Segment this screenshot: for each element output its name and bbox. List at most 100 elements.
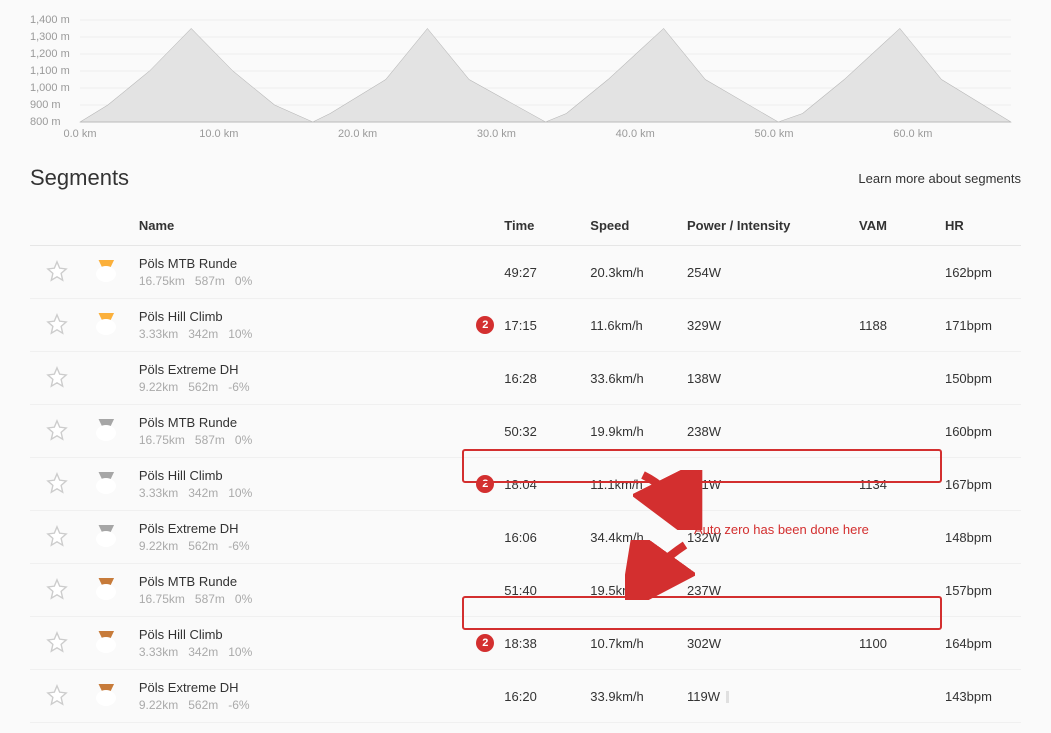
cell-time: 51:40 [494,564,580,617]
x-tick: 40.0 km [616,128,655,140]
table-row[interactable]: PRPöls MTB Runde16.75km 587m 0%49:2720.3… [30,246,1021,299]
segment-name[interactable]: Pöls Extreme DH [139,680,452,695]
segment-name[interactable]: Pöls MTB Runde [139,256,452,271]
segment-meta: 3.33km 342m 10% [139,327,452,341]
table-row[interactable]: 2Pöls Hill Climb3.33km 342m 10%218:0411.… [30,458,1021,511]
cell-hr: 157bpm [935,564,1021,617]
cell-time: 49:27 [494,246,580,299]
medal-icon: PR [95,313,117,335]
learn-more-link[interactable]: Learn more about segments [858,171,1021,186]
annotation-text: Auto zero has been done here [694,522,869,537]
x-tick: 30.0 km [477,128,516,140]
medal-icon: 3 [95,684,117,706]
segment-name[interactable]: Pöls MTB Runde [139,415,452,430]
medal-icon: 2 [95,419,117,441]
y-tick: 1,000 m [30,82,70,94]
cell-vam [849,352,935,405]
segment-name[interactable]: Pöls Extreme DH [139,362,452,377]
rank-badge: 2 [476,475,494,493]
star-icon[interactable] [46,323,68,338]
cell-power: 302W [677,617,849,670]
elevation-chart: 1,400 m1,300 m1,200 m1,100 m1,000 m900 m… [30,10,1021,140]
cell-hr: 148bpm [935,511,1021,564]
cell-power: 238W [677,405,849,458]
rank-badge: 2 [476,634,494,652]
x-tick: 0.0 km [63,128,96,140]
cell-hr: 167bpm [935,458,1021,511]
star-icon[interactable] [46,535,68,550]
elevation-area [80,29,1011,123]
star-icon[interactable] [46,694,68,709]
segment-name[interactable]: Pöls MTB Runde [139,574,452,589]
cell-time: 18:38 [494,617,580,670]
medal-icon: 2 [95,472,117,494]
cell-speed: 11.1km/h [580,458,677,511]
segment-meta: 16.75km 587m 0% [139,433,452,447]
cell-vam [849,670,935,723]
cell-hr: 143bpm [935,670,1021,723]
col-time[interactable]: Time [494,206,580,246]
col-power[interactable]: Power / Intensity [677,206,849,246]
table-row[interactable]: 3Pöls Hill Climb3.33km 342m 10%218:3810.… [30,617,1021,670]
cell-power: 254W [677,246,849,299]
cell-speed: 19.5km/h [580,564,677,617]
y-tick: 800 m [30,116,61,128]
cell-vam [849,564,935,617]
col-vam[interactable]: VAM [849,206,935,246]
cell-vam: 1134 [849,458,935,511]
cell-vam: 1100 [849,617,935,670]
cell-power: 237W [677,564,849,617]
cell-speed: 33.6km/h [580,352,677,405]
cell-power: 301W [677,458,849,511]
segment-meta: 9.22km 562m -6% [139,539,452,553]
segment-name[interactable]: Pöls Hill Climb [139,309,452,324]
cell-hr: 171bpm [935,299,1021,352]
star-icon[interactable] [46,270,68,285]
cell-power: 329W [677,299,849,352]
cell-speed: 33.9km/h [580,670,677,723]
table-row[interactable]: 2Pöls Extreme DH9.22km 562m -6%16:0634.4… [30,511,1021,564]
table-row[interactable]: Pöls Extreme DH 9.22km 562m -6% 16:2833.6k… [30,352,1021,405]
cell-speed: 19.9km/h [580,405,677,458]
star-icon[interactable] [46,376,68,391]
cell-speed: 10.7km/h [580,617,677,670]
cell-hr: 164bpm [935,617,1021,670]
cell-speed: 11.6km/h [580,299,677,352]
intensity-bar [726,691,729,703]
table-row[interactable]: 3Pöls Extreme DH9.22km 562m -6%16:2033.9… [30,670,1021,723]
col-hr[interactable]: HR [935,206,1021,246]
segments-title: Segments [30,165,129,191]
cell-power: 132W [677,511,849,564]
star-icon[interactable] [46,429,68,444]
segment-meta: 16.75km 587m 0% [139,592,452,606]
cell-time: 16:20 [494,670,580,723]
segments-header: Segments Learn more about segments [30,165,1021,191]
segments-table: Name Time Speed Power / Intensity VAM HR… [30,206,1021,723]
x-tick: 10.0 km [199,128,238,140]
cell-hr: 160bpm [935,405,1021,458]
col-name[interactable]: Name [129,206,462,246]
cell-vam [849,246,935,299]
table-row[interactable]: 3Pöls MTB Runde16.75km 587m 0%51:4019.5k… [30,564,1021,617]
page-container: 1,400 m1,300 m1,200 m1,100 m1,000 m900 m… [0,0,1051,733]
medal-icon: 3 [95,631,117,653]
col-speed[interactable]: Speed [580,206,677,246]
rank-badge: 2 [476,316,494,334]
cell-power: 138W [677,352,849,405]
cell-time: 16:28 [494,352,580,405]
segment-meta: 9.22km 562m -6% [139,380,452,394]
star-icon[interactable] [46,641,68,656]
star-icon[interactable] [46,588,68,603]
table-row[interactable]: PR Pöls Hill Climb 3.33km 342m 10% 217:1511… [30,299,1021,352]
y-tick: 1,400 m [30,14,70,26]
star-icon[interactable] [46,482,68,497]
cell-time: 50:32 [494,405,580,458]
segment-name[interactable]: Pöls Extreme DH [139,521,452,536]
segment-name[interactable]: Pöls Hill Climb [139,627,452,642]
cell-time: 17:15 [494,299,580,352]
table-row[interactable]: 2 Pöls MTB Runde 16.75km 587m 0% 50:3219.9k… [30,405,1021,458]
cell-hr: 150bpm [935,352,1021,405]
x-tick: 50.0 km [754,128,793,140]
y-tick: 1,300 m [30,31,70,43]
segment-name[interactable]: Pöls Hill Climb [139,468,452,483]
